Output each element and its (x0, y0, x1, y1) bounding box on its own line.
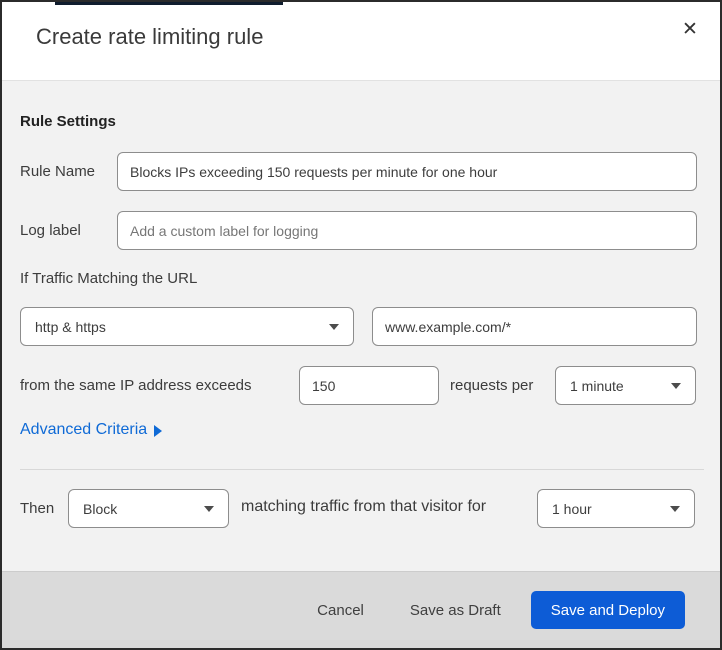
dialog-header: Create rate limiting rule ✕ (2, 2, 720, 81)
period-dropdown[interactable]: 1 minute (555, 366, 696, 405)
duration-dropdown-value: 1 hour (552, 500, 592, 517)
chevron-down-icon (670, 505, 680, 512)
log-label-input[interactable] (117, 211, 697, 250)
background-page-edge (55, 2, 283, 5)
rule-name-label: Rule Name (20, 163, 96, 180)
threshold-suffix-text: requests per (450, 377, 534, 394)
dialog-footer: Cancel Save as Draft Save and Deploy (2, 571, 720, 648)
duration-dropdown[interactable]: 1 hour (537, 489, 695, 528)
traffic-match-intro: If Traffic Matching the URL (20, 270, 198, 287)
scheme-dropdown-value: http & https (35, 318, 106, 335)
rule-name-input[interactable] (117, 152, 697, 191)
chevron-down-icon (329, 323, 339, 330)
threshold-input[interactable] (299, 366, 439, 405)
chevron-down-icon (204, 505, 214, 512)
section-divider (20, 469, 704, 470)
dialog-body: Rule Settings Rule Name Log label If Tra… (2, 82, 720, 571)
action-dropdown-value: Block (83, 500, 118, 517)
chevron-down-icon (671, 382, 681, 389)
save-as-draft-button[interactable]: Save as Draft (410, 602, 501, 619)
log-label-label: Log label (20, 222, 81, 239)
dialog-title: Create rate limiting rule (36, 24, 264, 49)
advanced-criteria-link[interactable]: Advanced Criteria (20, 421, 163, 439)
save-and-deploy-button[interactable]: Save and Deploy (530, 591, 685, 629)
caret-right-icon (154, 425, 163, 437)
threshold-prefix-text: from the same IP address exceeds (20, 377, 252, 394)
then-middle-text: matching traffic from that visitor for (241, 498, 487, 515)
cancel-button[interactable]: Cancel (317, 602, 364, 619)
then-label: Then (20, 500, 55, 517)
create-rate-limiting-rule-dialog: Create rate limiting rule ✕ Rule Setting… (0, 0, 722, 650)
period-dropdown-value: 1 minute (570, 377, 624, 394)
action-dropdown[interactable]: Block (68, 489, 229, 528)
scheme-dropdown[interactable]: http & https (20, 307, 354, 346)
close-icon[interactable]: ✕ (677, 17, 703, 43)
rule-settings-heading: Rule Settings (20, 113, 116, 130)
url-pattern-input[interactable] (372, 307, 697, 346)
advanced-criteria-label: Advanced Criteria (20, 421, 148, 438)
